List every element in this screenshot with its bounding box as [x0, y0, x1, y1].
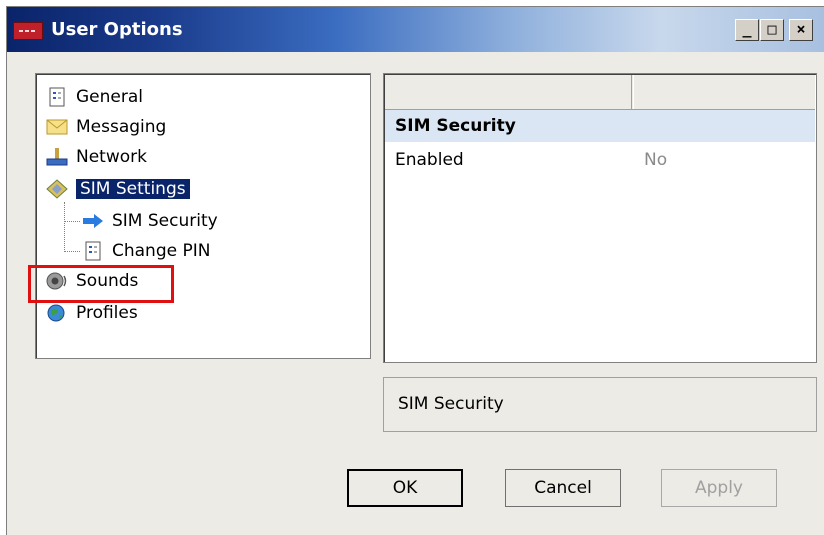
tree-item-label: SIM Settings: [76, 179, 190, 199]
tree-item-label: Change PIN: [112, 241, 211, 261]
globe-icon: [46, 303, 68, 323]
cancel-button[interactable]: Cancel: [505, 469, 621, 507]
property-name[interactable]: Enabled: [395, 150, 464, 170]
highlight-box: [28, 265, 174, 303]
property-grid[interactable]: SIM Security Enabled No: [383, 73, 817, 363]
grid-section-header: SIM Security: [385, 110, 815, 142]
tree-item-label: SIM Security: [112, 211, 218, 231]
envelope-icon: [46, 117, 68, 137]
property-value[interactable]: No: [644, 150, 667, 170]
tree-item-network[interactable]: Network: [46, 144, 147, 170]
tree-connector: [64, 251, 80, 252]
minimize-button[interactable]: _: [735, 19, 759, 41]
tree-connector: [64, 202, 65, 252]
column-divider[interactable]: [631, 75, 632, 109]
tree-item-sim-security[interactable]: SIM Security: [82, 208, 218, 234]
tree-item-profiles[interactable]: Profiles: [46, 300, 138, 326]
tree-item-sim-settings[interactable]: SIM Settings: [46, 176, 190, 202]
title-bar[interactable]: User Options _ □ ×: [7, 7, 824, 52]
tree-item-label: Messaging: [76, 117, 167, 137]
apply-button[interactable]: Apply: [661, 469, 777, 507]
window-title: User Options: [51, 19, 183, 40]
grid-header: [385, 75, 815, 110]
tree-item-label: Profiles: [76, 303, 138, 323]
arrow-right-icon: [82, 211, 104, 231]
ok-button[interactable]: OK: [347, 469, 463, 507]
tree-item-label: Network: [76, 147, 147, 167]
options-tree[interactable]: General Messaging Network SIM Settings S: [35, 73, 371, 359]
column-divider-highlight: [633, 75, 634, 109]
tree-item-change-pin[interactable]: Change PIN: [82, 238, 210, 264]
app-icon: [13, 22, 43, 40]
user-options-window: User Options _ □ × General Messaging Net…: [6, 6, 824, 535]
description-box: SIM Security: [383, 377, 817, 432]
tree-item-label: General: [76, 87, 143, 107]
document-icon: [82, 241, 104, 261]
maximize-button[interactable]: □: [760, 19, 784, 41]
tree-connector: [64, 221, 80, 222]
tree-item-messaging[interactable]: Messaging: [46, 114, 166, 140]
document-icon: [46, 87, 68, 107]
close-button[interactable]: ×: [789, 19, 813, 41]
tree-item-general[interactable]: General: [46, 84, 143, 110]
network-icon: [46, 147, 68, 167]
sim-card-icon: [46, 179, 68, 199]
